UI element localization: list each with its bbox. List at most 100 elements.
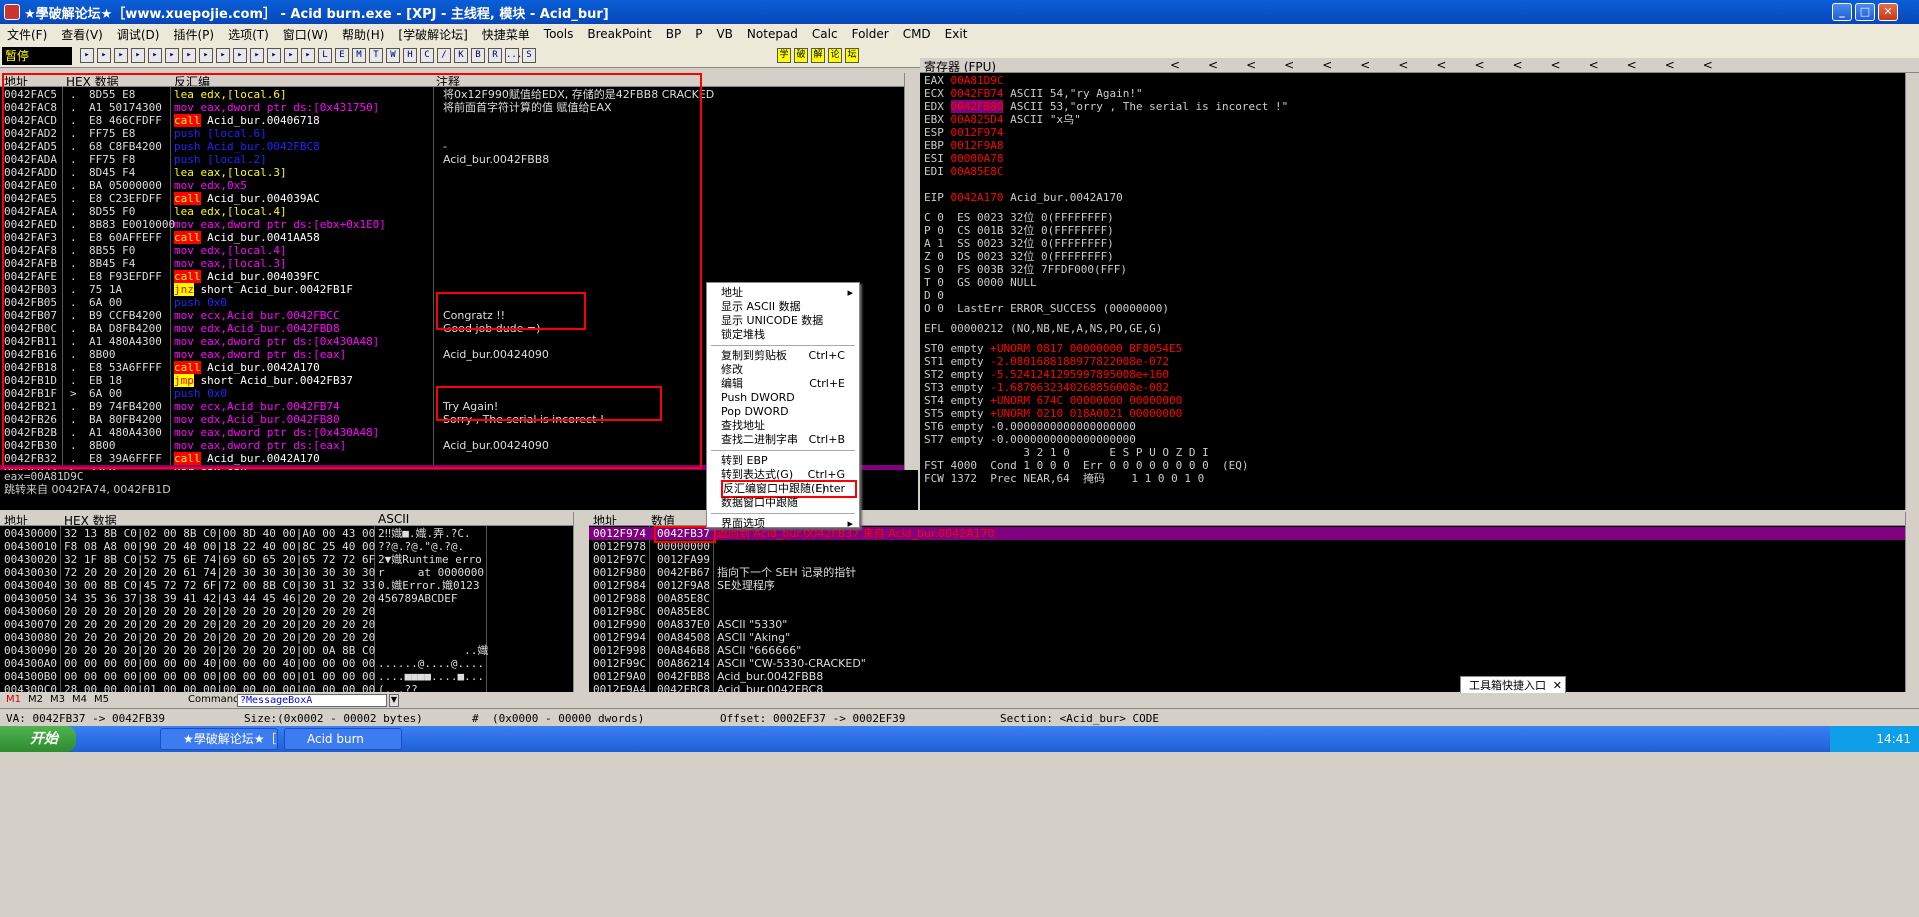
context-menu-item[interactable]: 锁定堆栈 bbox=[721, 328, 855, 342]
dump-row[interactable]: 00430010 F8 08 A8 00|90 20 40 00|18 22 40… bbox=[0, 540, 573, 553]
context-menu-item[interactable]: Pop DWORD bbox=[721, 405, 855, 419]
flag-line[interactable]: P 0 CS 001B 32位 0(FFFFFFFF) bbox=[924, 224, 1114, 237]
menu-item-3[interactable]: 插件(P) bbox=[166, 26, 221, 43]
dump-row[interactable]: 00430080 20 20 20 20|20 20 20 20|20 20 20… bbox=[0, 631, 573, 644]
stack-row[interactable]: 0012F99C 00A86214 ASCII "CW-5330-CRACKED" bbox=[589, 657, 1905, 670]
menu-item-0[interactable]: 文件(F) bbox=[0, 26, 54, 43]
register-line[interactable]: EDI 00A85E8C bbox=[924, 165, 1010, 178]
tab-m1[interactable]: M1 bbox=[6, 694, 21, 705]
register-line[interactable]: ECX 0042FB74 ASCII 54,"ry Again!" bbox=[924, 87, 1143, 100]
dump-row[interactable]: 00430040 30 00 8B C0|45 72 72 6F|72 00 8B… bbox=[0, 579, 573, 592]
flag-line[interactable]: D 0 bbox=[924, 289, 944, 302]
fpu-line[interactable]: ST2 empty -5.5241241295997895008e+160 bbox=[924, 368, 1169, 381]
toolbar-cn-4[interactable]: 坛 bbox=[845, 48, 859, 63]
dump-row[interactable]: 00430050 34 35 36 37|38 39 41 42|43 44 45… bbox=[0, 592, 573, 605]
toolbar-letter-7[interactable]: / bbox=[437, 48, 451, 63]
menu-item-8[interactable]: 快捷菜单 bbox=[475, 26, 537, 43]
dump-scrollbar[interactable] bbox=[573, 512, 587, 692]
menu-item-5[interactable]: 窗口(W) bbox=[276, 26, 335, 43]
dump-row[interactable]: 00430070 20 20 20 20|20 20 20 20|20 20 20… bbox=[0, 618, 573, 631]
menu-item-1[interactable]: 查看(V) bbox=[54, 26, 110, 43]
dump-row[interactable]: 004300C0 28 00 00 00|01 00 00 00|00 00 00… bbox=[0, 683, 573, 692]
toolbar-letter-3[interactable]: T bbox=[369, 48, 383, 63]
register-line[interactable]: EIP 0042A170 Acid_bur.0042A170 bbox=[924, 191, 1123, 204]
menu-item-9[interactable]: Tools bbox=[537, 27, 581, 41]
start-button[interactable]: 开始 bbox=[0, 726, 76, 752]
toolbar-button-13[interactable]: ▸ bbox=[301, 48, 315, 63]
tab-m4[interactable]: M4 bbox=[72, 694, 87, 705]
fpu-line[interactable]: ST3 empty -1.6878632340268856008e-082 bbox=[924, 381, 1169, 394]
fst-line[interactable]: FST 4000 Cond 1 0 0 0 Err 0 0 0 0 0 0 0 … bbox=[924, 459, 1249, 472]
context-menu-item[interactable]: 查找地址 bbox=[721, 419, 855, 433]
flag-line[interactable]: O 0 LastErr ERROR_SUCCESS (00000000) bbox=[924, 302, 1169, 315]
register-line[interactable]: EBX 00A825D4 ASCII "x乌" bbox=[924, 113, 1081, 126]
toolbar-cn-1[interactable]: 破 bbox=[794, 48, 808, 63]
stack-scrollbar[interactable] bbox=[1905, 512, 1919, 692]
stack-row[interactable]: 0012F97C 0012FA99 bbox=[589, 553, 1905, 566]
context-menu-item[interactable]: 编辑 Ctrl+E bbox=[721, 377, 855, 391]
app-icon[interactable] bbox=[4, 4, 20, 20]
stack-row[interactable]: 0012F98C 00A85E8C bbox=[589, 605, 1905, 618]
toolbar-letter-9[interactable]: B bbox=[471, 48, 485, 63]
dump-row[interactable]: 00430030 72 20 20 20|20 20 61 74|20 30 30… bbox=[0, 566, 573, 579]
dump-row[interactable]: 004300B0 00 00 00 00|00 00 00 00|00 00 00… bbox=[0, 670, 573, 683]
toolbar-button-2[interactable]: ▸ bbox=[114, 48, 128, 63]
context-menu-item[interactable]: 反汇编窗口中跟随(F) Enter bbox=[721, 480, 857, 498]
toolbar-letter-1[interactable]: E bbox=[335, 48, 349, 63]
stack-row[interactable]: 0012F998 00A846B8 ASCII "666666" bbox=[589, 644, 1905, 657]
dump-row[interactable]: 004300A0 00 00 00 00|00 00 00 40|00 00 00… bbox=[0, 657, 573, 670]
register-line[interactable]: EBP 0012F9A8 bbox=[924, 139, 1010, 152]
context-menu-item[interactable]: 地址 ▸ bbox=[721, 286, 855, 300]
efl-line[interactable]: EFL 00000212 (NO,NB,NE,A,NS,PO,GE,G) bbox=[924, 322, 1162, 335]
toolbar-letter-5[interactable]: H bbox=[403, 48, 417, 63]
context-menu-item[interactable]: Push DWORD bbox=[721, 391, 855, 405]
register-line[interactable] bbox=[924, 178, 937, 191]
toolbar-letter-2[interactable]: M bbox=[352, 48, 366, 63]
menu-item-18[interactable]: Exit bbox=[938, 27, 975, 41]
flag-line[interactable]: S 0 FS 003B 32位 7FFDF000(FFF) bbox=[924, 263, 1127, 276]
menu-item-15[interactable]: Calc bbox=[805, 27, 845, 41]
flag-line[interactable]: Z 0 DS 0023 32位 0(FFFFFFFF) bbox=[924, 250, 1114, 263]
register-line[interactable]: EDX 0042FB80 ASCII 53,"orry , The serial… bbox=[924, 100, 1288, 113]
tab-m5[interactable]: M5 bbox=[94, 694, 109, 705]
menu-item-16[interactable]: Folder bbox=[845, 27, 896, 41]
toolbar-cn-2[interactable]: 解 bbox=[811, 48, 825, 63]
context-menu-item[interactable]: 查找二进制字串 Ctrl+B bbox=[721, 433, 855, 447]
menu-item-11[interactable]: BP bbox=[659, 27, 688, 41]
dump-row[interactable]: 00430090 20 20 20 20|20 20 20 20|20 20 20… bbox=[0, 644, 573, 657]
tab-m3[interactable]: M3 bbox=[50, 694, 65, 705]
stack-row[interactable]: 0012F990 00A837E0 ASCII "5330" bbox=[589, 618, 1905, 631]
registers-nav-arrows[interactable]: <<<<<<<<<<<<<<< bbox=[1170, 58, 1741, 72]
context-menu-item[interactable]: 显示 ASCII 数据 bbox=[721, 300, 855, 314]
fpu-line[interactable]: ST4 empty +UNORM 674C 00000000 00000000 bbox=[924, 394, 1182, 407]
dump-col-hex[interactable]: HEX 数据 bbox=[64, 512, 117, 525]
toolbar-cn-3[interactable]: 论 bbox=[828, 48, 842, 63]
toolbar-button-6[interactable]: ▸ bbox=[182, 48, 196, 63]
dump-col-address[interactable]: 地址 bbox=[4, 512, 28, 525]
toolbar-button-7[interactable]: ▸ bbox=[199, 48, 213, 63]
toolbar-button-11[interactable]: ▸ bbox=[267, 48, 281, 63]
context-menu-item[interactable]: 修改 bbox=[721, 363, 855, 377]
context-menu-item[interactable]: 复制到剪贴板 Ctrl+C bbox=[721, 349, 855, 363]
flag-line[interactable]: A 1 SS 0023 32位 0(FFFFFFFF) bbox=[924, 237, 1114, 250]
toolbar-button-9[interactable]: ▸ bbox=[233, 48, 247, 63]
fpu-line[interactable]: ST7 empty -0.0000000000000000000 bbox=[924, 433, 1136, 446]
flag-line[interactable]: C 0 ES 0023 32位 0(FFFFFFFF) bbox=[924, 211, 1114, 224]
dump-row[interactable]: 00430000 32 13 8B C0|02 00 8B C0|00 8D 40… bbox=[0, 527, 573, 540]
fpu-line[interactable]: ST5 empty +UNORM 0210 018A0021 00000000 bbox=[924, 407, 1182, 420]
stack-row[interactable]: 0012F978 00000000 bbox=[589, 540, 1905, 553]
stack-row[interactable]: 0012F994 00A84508 ASCII "Aking" bbox=[589, 631, 1905, 644]
maximize-button[interactable]: □ bbox=[1855, 3, 1875, 21]
stack-row[interactable]: 0012F9A0 0042FBB8 Acid_bur.0042FBB8 bbox=[589, 670, 1905, 683]
toolbar-button-3[interactable]: ▸ bbox=[131, 48, 145, 63]
stack-row[interactable]: 0012F980 0042FB67 指向下一个 SEH 记录的指针 bbox=[589, 566, 1905, 579]
fpu-line[interactable]: ST6 empty -0.0000000000000000000 bbox=[924, 420, 1136, 433]
registers-scrollbar[interactable] bbox=[1905, 73, 1919, 510]
menu-item-7[interactable]: [学破解论坛] bbox=[391, 26, 474, 43]
menu-item-12[interactable]: P bbox=[688, 27, 709, 41]
register-line[interactable]: ESP 0012F974 bbox=[924, 126, 1010, 139]
toolbar-button-4[interactable]: ▸ bbox=[148, 48, 162, 63]
fpu-line[interactable]: ST1 empty -2.0801688188977822008e-072 bbox=[924, 355, 1169, 368]
command-dropdown-icon[interactable]: ▼ bbox=[389, 694, 399, 707]
toolbar-button-10[interactable]: ▸ bbox=[250, 48, 264, 63]
